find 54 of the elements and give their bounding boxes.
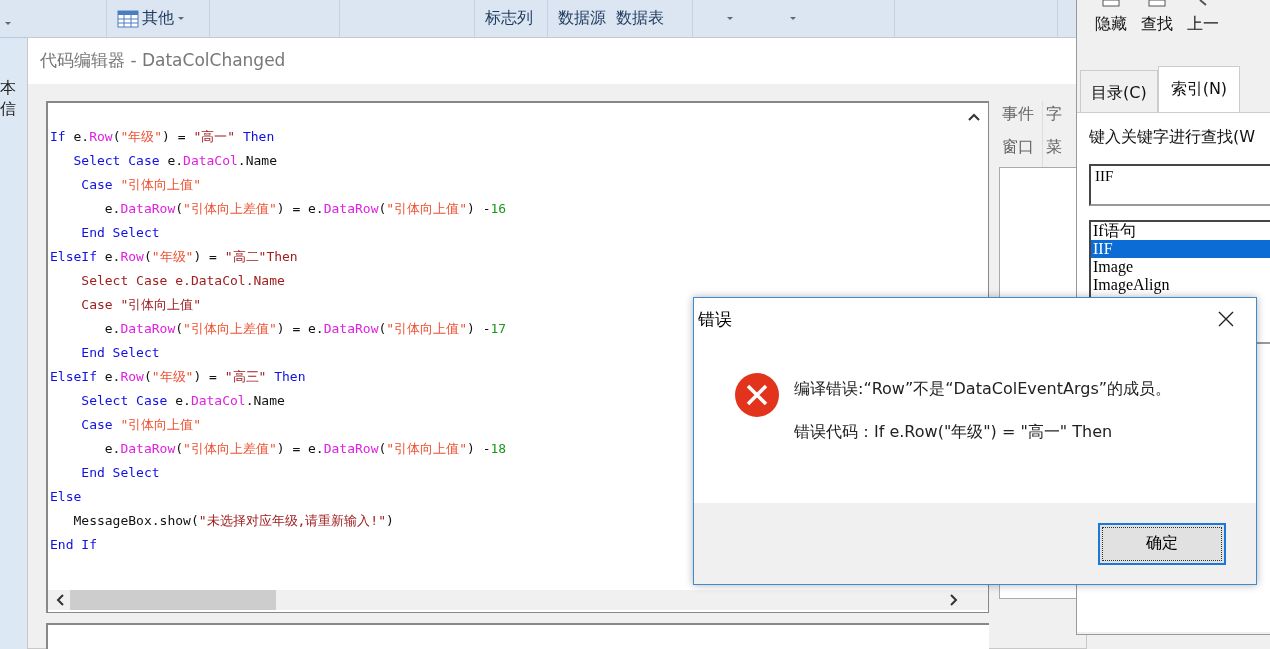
code-line: End Select	[80, 224, 160, 242]
code-line: Select Case e.DataCol.Name	[80, 392, 285, 410]
code-line: e.DataRow("引体向上差值") = e.DataRow("引体向上值") -18	[103, 440, 507, 458]
search-prompt: 键入关键字进行查找(W	[1089, 127, 1257, 148]
horizontal-scrollbar[interactable]	[48, 590, 988, 610]
tab[interactable]: 索引(N)	[1157, 66, 1241, 112]
code-line: Else	[50, 488, 82, 506]
scroll-left-icon	[56, 594, 64, 606]
code-line: Select Case e.DataCol.Name	[72, 152, 277, 170]
code-line: ElseIf e.Row("年级") = "高三" Then	[50, 368, 306, 386]
tab[interactable]: 目录(C)	[1080, 70, 1158, 112]
caret-icon	[789, 16, 797, 21]
toolbar-button[interactable]: 查找	[1141, 0, 1173, 60]
code-line: End Select	[80, 344, 160, 362]
code-line: Case "引体向上值"	[80, 416, 202, 434]
side-tab[interactable]: 事件	[999, 101, 1043, 134]
code-line: e.DataRow("引体向上差值") = e.DataRow("引体向上值") -16	[103, 200, 507, 218]
code-line: If e.Row("年级") = "高一" Then	[50, 128, 275, 146]
list-item[interactable]: IIF	[1091, 240, 1270, 258]
grid-icon	[117, 9, 139, 28]
sheet-header-text: 本信	[0, 78, 17, 120]
error-icon	[734, 372, 780, 418]
scroll-right-icon	[950, 594, 958, 606]
search-field[interactable]: IIF	[1089, 164, 1270, 206]
toolbar-label[interactable]: 数据源	[558, 8, 606, 29]
toolbar-label[interactable]: 数据表	[616, 8, 664, 29]
ok-button[interactable]: 确定	[1098, 522, 1226, 565]
toolbar-icon	[1199, 0, 1207, 7]
menu-button[interactable]: 其他	[117, 8, 185, 29]
caret-icon	[177, 16, 185, 21]
list-item[interactable]: ImageAlign	[1091, 276, 1270, 294]
code-line: Case "引体向上值"	[80, 296, 202, 314]
toolbar-label[interactable]: 标志列	[485, 8, 533, 29]
code-line: End Select	[80, 464, 160, 482]
dialog-title: 错误	[698, 307, 732, 331]
error-detail: 错误代码：If e.Row("年级") = "高一" Then	[794, 422, 1114, 443]
list-item[interactable]: Image	[1091, 258, 1270, 276]
toolbar-icon	[1102, 0, 1120, 7]
code-line: End If	[50, 536, 97, 554]
code-line: ElseIf e.Row("年级") = "高二"Then	[50, 248, 298, 266]
close-icon	[1218, 311, 1234, 327]
code-line: MessageBox.show("未选择对应年级,请重新输入!")	[72, 512, 394, 530]
code-line: Case "引体向上值"	[80, 176, 202, 194]
toolbar-button[interactable]: 上一	[1187, 0, 1219, 60]
toolbar-button[interactable]: 隐藏	[1095, 0, 1127, 60]
code-line: e.DataRow("引体向上差值") = e.DataRow("引体向上值") -17	[103, 320, 507, 338]
caret-icon	[726, 16, 734, 21]
scrollbar-thumb[interactable]	[70, 590, 276, 610]
toolbar-icon	[1148, 0, 1166, 7]
code-line: Select Case e.DataCol.Name	[80, 272, 285, 290]
list-item[interactable]: If语句	[1091, 222, 1270, 240]
caret-icon	[4, 21, 12, 26]
error-message: 编译错误:“Row”不是“DataColEventArgs”的成员。	[794, 379, 1171, 400]
scroll-up-icon	[968, 113, 980, 121]
